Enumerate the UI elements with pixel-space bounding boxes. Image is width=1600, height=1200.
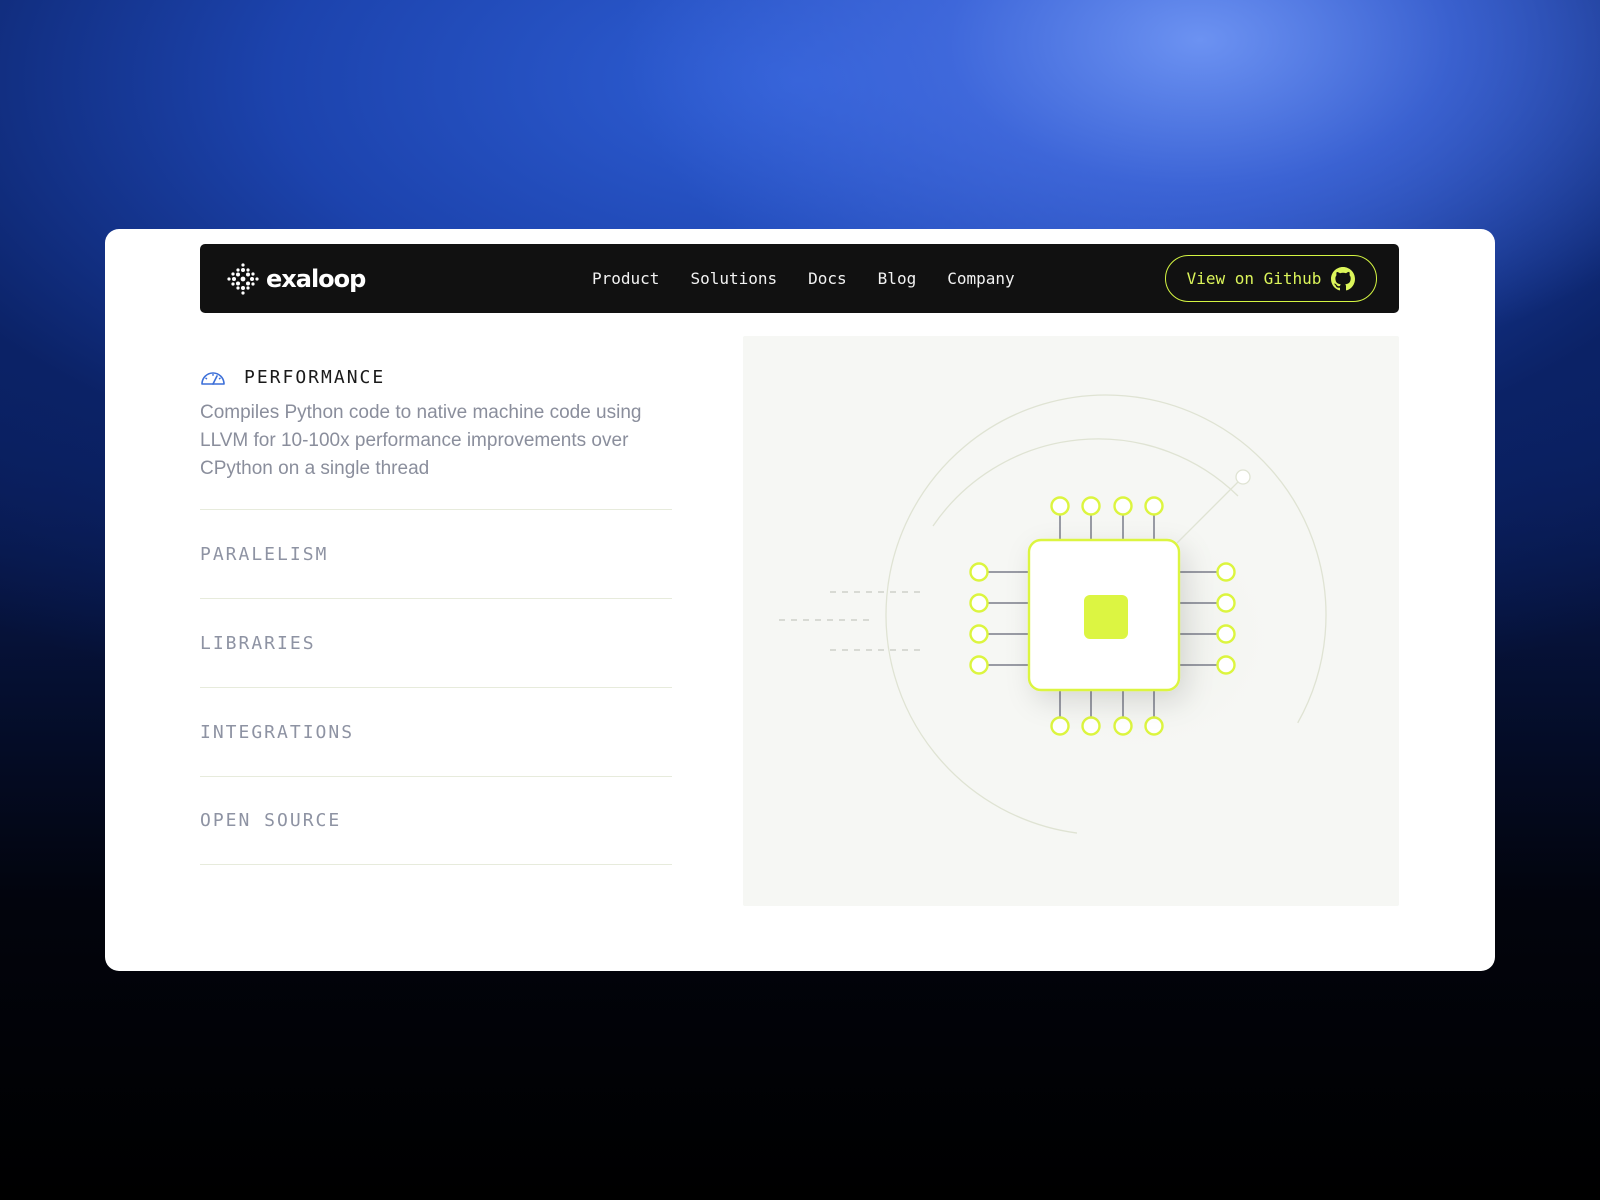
nav-link-product[interactable]: Product <box>592 269 659 288</box>
features-list: PERFORMANCE Compiles Python code to nati… <box>200 359 672 865</box>
orbit-node <box>1235 469 1251 485</box>
feature-item-label: INTEGRATIONS <box>200 721 355 743</box>
feature-item-libraries[interactable]: LIBRARIES <box>200 598 672 687</box>
brand-name: exaloop <box>266 265 366 293</box>
cpu-core <box>1084 595 1128 639</box>
nav-links: Product Solutions Docs Blog Company <box>592 244 1046 313</box>
feature-title-performance: PERFORMANCE <box>244 366 386 388</box>
feature-item-integrations[interactable]: INTEGRATIONS <box>200 687 672 776</box>
nav-link-solutions[interactable]: Solutions <box>690 269 777 288</box>
feature-item-label: LIBRARIES <box>200 632 316 654</box>
feature-item-label: OPEN SOURCE <box>200 810 342 831</box>
logo[interactable]: exaloop <box>226 262 366 296</box>
feature-performance[interactable]: PERFORMANCE Compiles Python code to nati… <box>200 359 672 483</box>
cpu-chip-graphic <box>779 394 1327 836</box>
github-button-label: View on Github <box>1186 269 1322 288</box>
exaloop-logo-icon <box>227 263 259 295</box>
feature-item-paralelism[interactable]: PARALELISM <box>200 509 672 598</box>
feature-item-label: PARALELISM <box>200 543 329 565</box>
gauge-icon <box>201 372 225 385</box>
feature-item-open-source[interactable]: OPEN SOURCE <box>200 776 672 865</box>
nav-link-company[interactable]: Company <box>947 269 1014 288</box>
cpu-illustration <box>743 336 1399 906</box>
feature-card: exaloop Product Solutions Docs Blog Comp… <box>105 229 1495 971</box>
view-on-github-button[interactable]: View on Github <box>1165 255 1377 302</box>
nav-link-blog[interactable]: Blog <box>878 269 917 288</box>
github-icon <box>1331 266 1356 290</box>
feature-description: Compiles Python code to native machine c… <box>200 402 642 479</box>
nav-link-docs[interactable]: Docs <box>808 269 847 288</box>
feature-items: PARALELISM LIBRARIES INTEGRATIONS OPEN S… <box>200 509 672 865</box>
navbar: exaloop Product Solutions Docs Blog Comp… <box>200 244 1399 313</box>
